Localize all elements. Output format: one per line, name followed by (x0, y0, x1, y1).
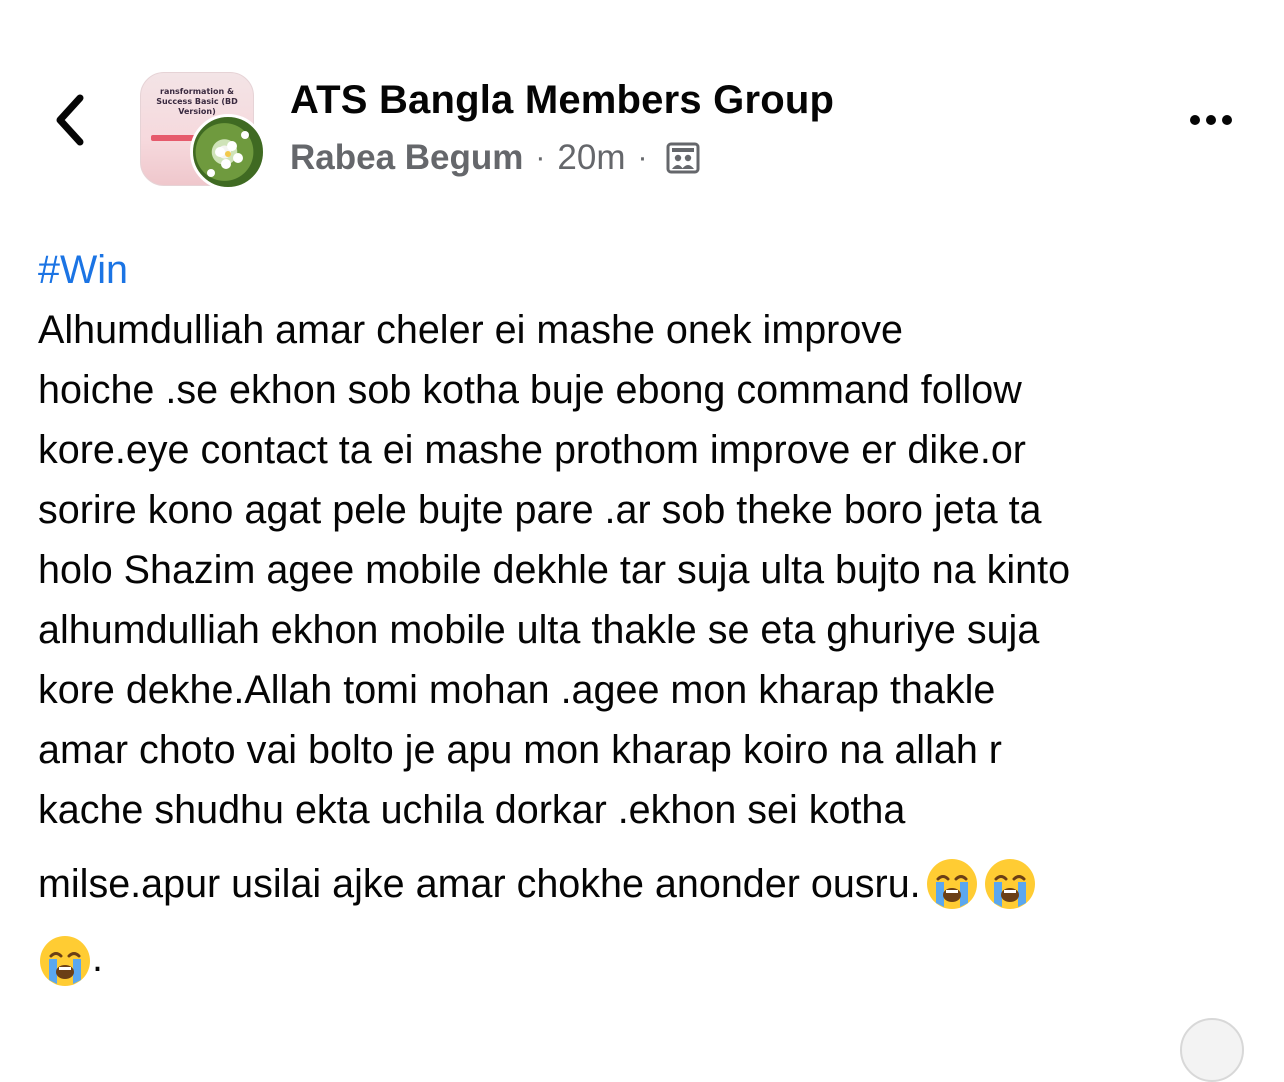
post-line: kore dekhe.Allah tomi mohan .agee mon kh… (38, 668, 996, 712)
flower-petal (215, 147, 225, 157)
post-last-line: . (38, 928, 1258, 988)
meta-separator: · (535, 141, 546, 174)
loudly-crying-face-emoji (926, 859, 977, 909)
post-trailing-period: . (92, 936, 103, 980)
more-dot (1206, 115, 1216, 125)
hashtag-link[interactable]: #Win (38, 240, 1258, 300)
post-line: amar choto vai bolto je apu mon kharap k… (38, 728, 1002, 772)
post-line: alhumdulliah ekhon mobile ulta thakle se… (38, 608, 1040, 652)
post-text: #Win Alhumdulliah amar cheler ei mashe o… (38, 240, 1258, 988)
post-line: kore.eye contact ta ei mashe prothom imp… (38, 428, 1026, 472)
loudly-crying-face-emoji (984, 859, 1035, 909)
back-button[interactable] (40, 88, 100, 152)
group-avatar-text: ransformation & Success Basic (BD Versio… (156, 87, 238, 116)
post-meta: Rabea Begum · 20m · (290, 138, 700, 178)
flower-petal (227, 141, 237, 151)
post-line: milse.apur usilai ajke amar chokhe anond… (38, 862, 921, 906)
flower-petal (221, 159, 231, 169)
more-horizontal-icon (1190, 115, 1200, 125)
post-line: hoiche .se ekhon sob kotha buje ebong co… (38, 368, 1022, 412)
partial-avatar (1180, 1018, 1244, 1082)
flower-petal (207, 169, 215, 177)
more-options-button[interactable] (1176, 98, 1246, 142)
author-avatar[interactable] (190, 114, 266, 190)
flower-center (225, 151, 231, 157)
flower-petal (233, 153, 243, 163)
loudly-crying-face-emoji (40, 936, 90, 986)
flower-petal (241, 131, 249, 139)
group-audience-icon[interactable] (666, 141, 700, 175)
post-line: sorire kono agat pele bujte pare .ar sob… (38, 488, 1042, 532)
meta-separator: · (637, 141, 648, 174)
post-line: kache shudhu ekta uchila dorkar .ekhon s… (38, 788, 906, 832)
post-time[interactable]: 20m (557, 138, 625, 178)
chevron-left-icon (56, 94, 84, 146)
more-dot (1222, 115, 1232, 125)
post-line: Alhumdulliah amar cheler ei mashe onek i… (38, 308, 904, 352)
post-line-with-emoji: milse.apur usilai ajke amar chokhe anond… (38, 854, 1258, 914)
group-name-link[interactable]: ATS Bangla Members Group (290, 78, 834, 123)
post-line: holo Shazim agee mobile dekhle tar suja … (38, 548, 1071, 592)
author-name-link[interactable]: Rabea Begum (290, 138, 523, 178)
